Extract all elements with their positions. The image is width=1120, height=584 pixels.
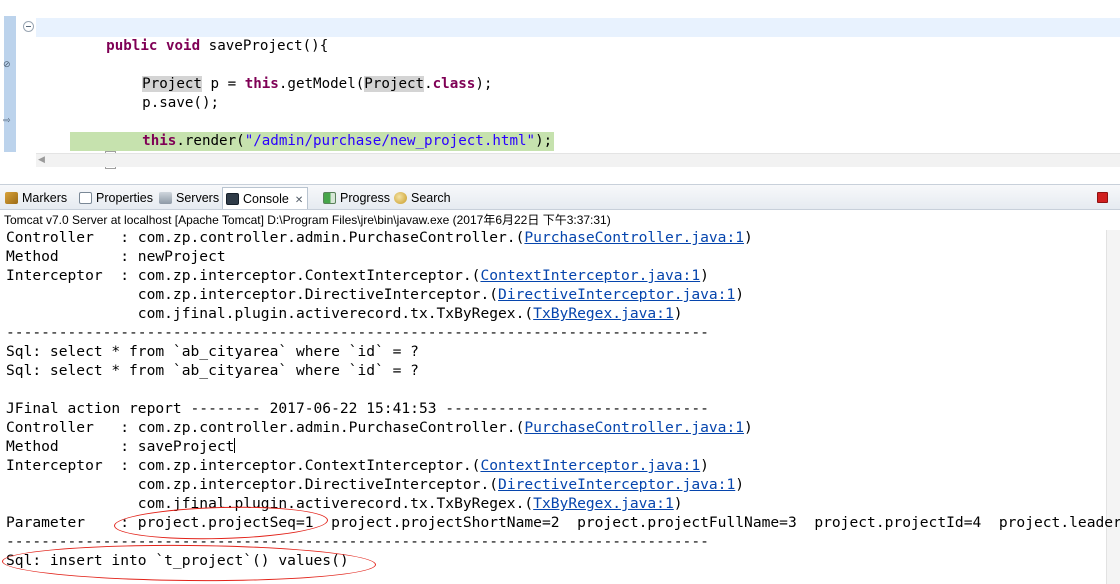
source-link[interactable]: ContextInterceptor.java:1 bbox=[480, 267, 700, 284]
console-sql-line: Sql: insert into `t_project`() values() bbox=[6, 551, 349, 570]
console-text: ) bbox=[700, 457, 709, 474]
tab-properties[interactable]: Properties bbox=[76, 187, 153, 209]
console-separator: ----------------------------------------… bbox=[6, 532, 709, 551]
overview-ruler bbox=[4, 16, 16, 152]
console-line: JFinal action report -------- 2017-06-22… bbox=[6, 399, 709, 418]
console-text: Method : saveProject bbox=[6, 438, 235, 455]
keyword: void bbox=[165, 38, 201, 54]
console-text: ) bbox=[735, 286, 745, 303]
console-text: Method : newProject bbox=[6, 248, 226, 265]
tab-label: Console bbox=[243, 192, 289, 206]
code-line-closing[interactable]: } bbox=[36, 132, 1120, 169]
occurrence-marker-icon: ⊘ bbox=[3, 60, 11, 70]
console-line: Interceptor : com.zp.interceptor.Context… bbox=[6, 456, 709, 475]
console-text: com.jfinal.plugin.activerecord.tx.TxByRe… bbox=[6, 305, 534, 322]
source-link[interactable]: ContextInterceptor.java:1 bbox=[480, 457, 700, 474]
debug-pointer-icon: ⇨ bbox=[3, 116, 11, 126]
search-icon bbox=[394, 192, 407, 204]
console-line: Controller : com.zp.controller.admin.Pur… bbox=[6, 418, 753, 437]
console-icon bbox=[226, 193, 239, 205]
console-text: ) bbox=[673, 495, 683, 512]
properties-icon bbox=[79, 192, 92, 204]
console-text: JFinal action report -------- 2017-06-22… bbox=[6, 400, 709, 417]
markers-icon bbox=[5, 192, 18, 204]
terminate-icon[interactable] bbox=[1097, 192, 1108, 203]
console-process-label: Tomcat v7.0 Server at localhost [Apache … bbox=[0, 210, 1120, 230]
code-line-render[interactable]: this.render("/admin/purchase/new_project… bbox=[36, 113, 1120, 151]
source-link[interactable]: TxByRegex.java:1 bbox=[533, 495, 674, 512]
console-text: Interceptor : com.zp.interceptor.Context… bbox=[6, 267, 481, 284]
console-line: Method : saveProject bbox=[6, 437, 236, 456]
source-link[interactable]: PurchaseController.java:1 bbox=[524, 419, 744, 436]
console-text: Sql: select * from `ab_cityarea` where `… bbox=[6, 362, 419, 379]
console-line: com.jfinal.plugin.activerecord.tx.TxByRe… bbox=[6, 304, 683, 323]
source-link[interactable]: DirectiveInterceptor.java:1 bbox=[498, 476, 735, 493]
console-line: Method : newProject bbox=[6, 247, 226, 266]
console-text: Sql: insert into `t_project`() values() bbox=[6, 552, 349, 569]
fold-collapse-icon[interactable] bbox=[23, 21, 34, 32]
console-line: Sql: select * from `ab_cityarea` where `… bbox=[6, 342, 419, 361]
code-line-get-model[interactable]: Project p = this.getModel(Project.class)… bbox=[36, 56, 1120, 92]
text-caret bbox=[234, 438, 236, 453]
code-line-signature[interactable]: public void saveProject(){ bbox=[36, 18, 1120, 54]
console-separator: ----------------------------------------… bbox=[6, 323, 709, 342]
tab-console[interactable]: Console ✕ bbox=[222, 187, 309, 209]
console-text: ----------------------------------------… bbox=[6, 324, 709, 341]
console-output[interactable]: Controller : com.zp.controller.admin.Pur… bbox=[6, 228, 1120, 584]
tab-servers[interactable]: Servers bbox=[156, 187, 219, 209]
horizontal-scrollbar[interactable]: ◀ bbox=[36, 153, 1120, 167]
tab-label: Servers bbox=[176, 191, 220, 205]
console-text: ) bbox=[700, 267, 709, 284]
bottom-view-stack: Markers Properties Servers Console ✕ Prog… bbox=[0, 184, 1120, 584]
console-line: Controller : com.zp.controller.admin.Pur… bbox=[6, 228, 753, 247]
console-text: ) bbox=[735, 476, 745, 493]
tab-label: Markers bbox=[22, 191, 68, 205]
keyword: public bbox=[106, 38, 158, 54]
code-editor[interactable]: ⊘ ⇨ public void saveProject(){ Project p… bbox=[0, 0, 1120, 170]
console-text: Sql: select * from `ab_cityarea` where `… bbox=[6, 343, 419, 360]
console-text: Parameter : project.projectSeq=1 project… bbox=[6, 514, 1120, 531]
console-text: com.jfinal.plugin.activerecord.tx.TxByRe… bbox=[6, 495, 534, 512]
console-text: Controller : com.zp.controller.admin.Pur… bbox=[6, 419, 525, 436]
view-tab-bar: Markers Properties Servers Console ✕ Prog… bbox=[0, 184, 1120, 210]
tab-markers[interactable]: Markers bbox=[2, 187, 67, 209]
console-text: ) bbox=[744, 229, 753, 246]
console-text: com.zp.interceptor.DirectiveInterceptor.… bbox=[6, 476, 499, 493]
tab-label: Properties bbox=[96, 191, 153, 205]
source-link[interactable]: DirectiveInterceptor.java:1 bbox=[498, 286, 735, 303]
console-text: Controller : com.zp.controller.admin.Pur… bbox=[6, 229, 525, 246]
code-text: p.save(); bbox=[142, 95, 220, 111]
code-line-save[interactable]: p.save(); bbox=[36, 75, 1120, 111]
source-link[interactable]: TxByRegex.java:1 bbox=[533, 305, 674, 322]
console-line: Interceptor : com.zp.interceptor.Context… bbox=[6, 266, 709, 285]
console-line: com.jfinal.plugin.activerecord.tx.TxByRe… bbox=[6, 494, 683, 513]
servers-icon bbox=[159, 192, 172, 204]
console-text: ) bbox=[744, 419, 753, 436]
console-line: Sql: select * from `ab_cityarea` where `… bbox=[6, 361, 419, 380]
console-line: com.zp.interceptor.DirectiveInterceptor.… bbox=[6, 475, 744, 494]
tab-label: Progress bbox=[340, 191, 391, 205]
scroll-left-icon[interactable]: ◀ bbox=[38, 155, 45, 165]
close-tab-icon[interactable]: ✕ bbox=[295, 195, 303, 206]
tab-label: Search bbox=[411, 191, 451, 205]
console-text: com.zp.interceptor.DirectiveInterceptor.… bbox=[6, 286, 499, 303]
method-name: saveProject(){ bbox=[200, 38, 329, 54]
progress-icon bbox=[323, 192, 336, 204]
console-parameter-line: Parameter : project.projectSeq=1 project… bbox=[6, 513, 1120, 532]
tab-search[interactable]: Search bbox=[391, 187, 451, 209]
tab-progress[interactable]: Progress bbox=[320, 187, 390, 209]
console-text: ----------------------------------------… bbox=[6, 533, 709, 550]
console-text: Interceptor : com.zp.interceptor.Context… bbox=[6, 457, 481, 474]
source-link[interactable]: PurchaseController.java:1 bbox=[524, 229, 744, 246]
console-text: ) bbox=[673, 305, 683, 322]
console-line: com.zp.interceptor.DirectiveInterceptor.… bbox=[6, 285, 744, 304]
